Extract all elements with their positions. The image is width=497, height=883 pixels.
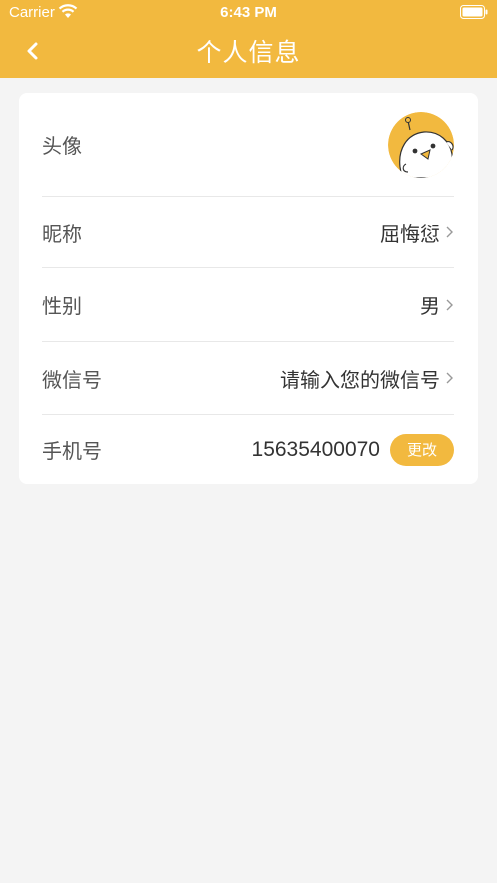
wechat-right: 请输入您的微信号 bbox=[280, 364, 454, 393]
nickname-label: 昵称 bbox=[42, 221, 82, 246]
battery-icon bbox=[460, 5, 488, 19]
wechat-placeholder: 请输入您的微信号 bbox=[280, 367, 440, 392]
wechat-label: 微信号 bbox=[42, 367, 102, 392]
nickname-right: 屈悔愆 bbox=[380, 218, 454, 247]
nav-bar: 个人信息 bbox=[0, 26, 497, 78]
wechat-row[interactable]: 微信号 请输入您的微信号 bbox=[42, 342, 454, 415]
gender-row[interactable]: 性别 男 bbox=[42, 268, 454, 342]
avatar[interactable] bbox=[388, 111, 454, 178]
chevron-right-icon bbox=[446, 372, 453, 384]
page-title: 个人信息 bbox=[196, 38, 301, 67]
header: Carrier 6:43 PM 个人信息 bbox=[0, 0, 497, 78]
phone-row: 手机号 15635400070 更改 bbox=[42, 415, 454, 484]
gender-label: 性别 bbox=[42, 294, 82, 318]
phone-right: 15635400070 更改 bbox=[251, 433, 454, 466]
profile-card: 头像 昵称 屈悔愆 性别 男 微信号 请输入您的微信号 手机号 15635400… bbox=[19, 93, 478, 484]
avatar-row[interactable]: 头像 bbox=[42, 93, 454, 197]
gender-value: 男 bbox=[420, 294, 440, 318]
gender-right: 男 bbox=[420, 290, 454, 319]
chevron-right-icon bbox=[446, 226, 453, 238]
status-bar: Carrier 6:43 PM bbox=[0, 0, 497, 26]
chevron-right-icon bbox=[446, 299, 453, 310]
avatar-label: 头像 bbox=[42, 134, 82, 158]
change-phone-button[interactable]: 更改 bbox=[390, 433, 454, 466]
duck-avatar-icon bbox=[388, 111, 454, 178]
status-time: 6:43 PM bbox=[220, 4, 277, 21]
phone-value: 15635400070 bbox=[251, 437, 380, 461]
nickname-value: 屈悔愆 bbox=[380, 221, 440, 246]
phone-label: 手机号 bbox=[42, 439, 102, 463]
nickname-row[interactable]: 昵称 屈悔愆 bbox=[42, 197, 454, 268]
